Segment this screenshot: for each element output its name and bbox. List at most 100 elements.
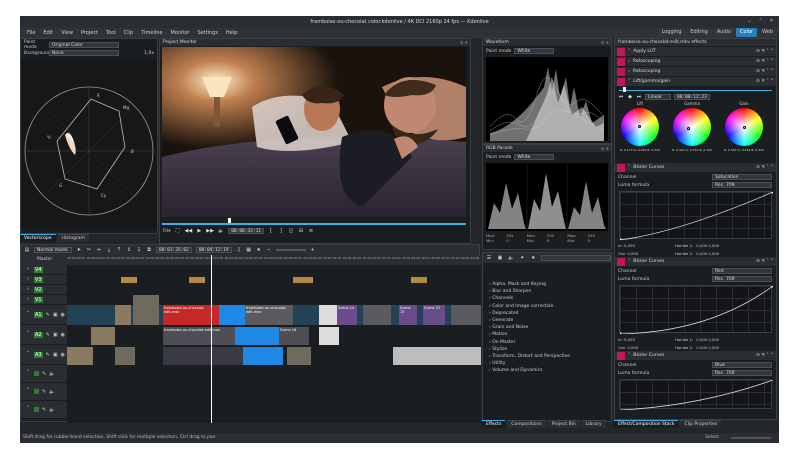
track-header-a3[interactable]: ˅ A3 ✎ ▣ ◉ bbox=[21, 345, 67, 365]
clip[interactable]: Scene 14 bbox=[337, 305, 357, 325]
menu-timeline[interactable]: Timeline bbox=[137, 30, 166, 36]
paint-mode-select[interactable]: Original Color bbox=[49, 42, 119, 48]
mute-icon[interactable]: ▣ bbox=[53, 312, 58, 318]
channel-select[interactable]: Saturation bbox=[712, 174, 772, 180]
spacer-tool-icon[interactable]: ⇔ bbox=[96, 247, 102, 254]
clip[interactable]: Scene 18 bbox=[279, 327, 309, 345]
track-header-v1[interactable]: › V1 bbox=[21, 295, 67, 305]
wf-paint-mode-select[interactable]: White bbox=[514, 48, 555, 54]
rewind-icon[interactable]: ◀◀ bbox=[185, 228, 193, 235]
monitor-ruler[interactable] bbox=[162, 218, 466, 223]
zoom-out-icon[interactable]: − bbox=[266, 247, 272, 254]
razor-tool-icon[interactable]: ✂ bbox=[86, 247, 92, 254]
effect-category[interactable]: › Deprecated bbox=[483, 310, 611, 317]
lock-icon[interactable]: ✎ bbox=[42, 389, 46, 395]
select-tool-icon[interactable]: ➤ bbox=[76, 247, 82, 254]
favorite-icon[interactable]: ★ bbox=[530, 255, 536, 262]
channel-select[interactable]: Blue bbox=[712, 362, 772, 368]
tab-project-bin[interactable]: Project Bin bbox=[547, 420, 580, 428]
mute-icon[interactable]: ▣ bbox=[53, 352, 58, 358]
menu-help[interactable]: Help bbox=[222, 30, 241, 36]
extract-icon[interactable]: ↧ bbox=[136, 247, 142, 254]
effect-rotoscoping-2[interactable]: › Rotoscoping ⊙ ✕ ˅ ⌃ bbox=[615, 67, 776, 77]
clip[interactable] bbox=[163, 347, 243, 365]
marker-icon[interactable]: ★ bbox=[256, 247, 262, 254]
clip[interactable] bbox=[133, 295, 159, 325]
menu-monitor[interactable]: Monitor bbox=[166, 30, 193, 36]
clip[interactable] bbox=[411, 277, 427, 283]
custom-effects-icon[interactable]: ✦ bbox=[519, 255, 525, 262]
track-header-v3[interactable]: › V3 bbox=[21, 275, 67, 285]
maximize-icon[interactable]: ⌃ bbox=[757, 18, 764, 25]
mute-icon[interactable]: 🔈 bbox=[49, 389, 55, 395]
lock-icon[interactable]: ✎ bbox=[42, 407, 46, 413]
zoom-slider[interactable] bbox=[275, 249, 306, 251]
out-point-icon[interactable]: ] bbox=[278, 228, 284, 235]
luma-formula-select[interactable]: Rec. 709 bbox=[712, 370, 772, 376]
tab-effects[interactable]: Effects bbox=[482, 420, 506, 428]
track-header-audio-2[interactable]: ˅ ✎ 🔈 bbox=[21, 383, 67, 401]
menu-tool[interactable]: Tool bbox=[102, 30, 120, 36]
snap-icon[interactable]: ⧉ bbox=[146, 247, 152, 254]
luma-formula-select[interactable]: Rec. 709 bbox=[712, 276, 772, 282]
zoom-select[interactable]: Fit▾ bbox=[163, 229, 171, 234]
clip[interactable] bbox=[363, 305, 391, 325]
panel-close-icon[interactable]: ⊡ ✕ bbox=[601, 145, 609, 152]
effect-category[interactable]: › Channels bbox=[483, 295, 611, 302]
lock-icon[interactable]: ✎ bbox=[46, 332, 50, 338]
lift-icon[interactable]: ↥ bbox=[126, 247, 132, 254]
eye-icon[interactable]: ◉ bbox=[61, 352, 65, 358]
monitor-timecode[interactable]: 00:00:33:11 bbox=[228, 228, 264, 234]
play-icon[interactable]: ▶ bbox=[196, 228, 202, 235]
gain-wheel[interactable]: Gain R: 0.553 G: 0.534 B: 0.443 bbox=[721, 101, 767, 161]
effect-apply-lut[interactable]: ˅ Apply LUT ⊙ ✕ ˅ ⌃ bbox=[615, 47, 776, 57]
edit-mode-select[interactable]: Normal mode bbox=[34, 247, 72, 253]
eye-icon[interactable]: ◉ bbox=[61, 332, 65, 338]
menu-icon[interactable]: ≡ bbox=[308, 228, 314, 235]
background-select[interactable]: None bbox=[49, 50, 119, 56]
track-header-audio-3[interactable]: ˅ ✎ 🔈 bbox=[21, 401, 67, 419]
timeline-ruler[interactable]: 00:00:00:00 00:00:05:00 00:00:10:00 00:00:1… bbox=[67, 255, 481, 265]
effect-category[interactable]: › Transform, Distort and Perspective bbox=[483, 353, 611, 360]
effect-category[interactable]: › Blur and Sharpen bbox=[483, 288, 611, 295]
close-icon[interactable]: ✕ bbox=[768, 18, 775, 25]
forward-icon[interactable]: ▶▶ bbox=[206, 228, 214, 235]
effect-lift-gamma-gain[interactable]: ˅ Lift/gamma/gain ⊙ ✕ ˅ ⌃ bbox=[615, 77, 776, 87]
clip[interactable]: framboise-ou-chocolat-edit.mov bbox=[245, 305, 293, 325]
minimize-icon[interactable]: ⌄ bbox=[746, 18, 753, 25]
curve-editor[interactable] bbox=[619, 191, 773, 240]
curve-editor[interactable] bbox=[619, 379, 773, 410]
effect-bezier-curves-2[interactable]: ˅ Bézier Curves ⊙ ✕ ˅ ⌃ bbox=[615, 257, 776, 267]
workspace-logging[interactable]: Logging bbox=[657, 28, 686, 37]
track-header-a1[interactable]: ˅ A1 ✎ ▣ ◉ bbox=[21, 305, 67, 325]
clip[interactable] bbox=[451, 305, 481, 325]
track-header-audio-1[interactable]: ˅ ✎ 🔈 bbox=[21, 365, 67, 383]
effect-rotoscoping-1[interactable]: › Rotoscoping ⊙ ✕ ˅ ⌃ bbox=[615, 57, 776, 67]
menu-view[interactable]: View bbox=[57, 30, 77, 36]
clip[interactable] bbox=[319, 327, 339, 345]
channel-select[interactable]: Red bbox=[712, 268, 772, 274]
tab-library[interactable]: Library bbox=[581, 420, 606, 428]
playhead[interactable] bbox=[211, 255, 212, 423]
workspace-web[interactable]: Web bbox=[758, 28, 777, 37]
clip[interactable] bbox=[319, 305, 337, 325]
track-header-a2[interactable]: ˅ A2 ✎ ▣ ◉ bbox=[21, 325, 67, 345]
clip[interactable]: Scene 22 bbox=[423, 305, 445, 325]
tab-vectorscope[interactable]: Vectorscope bbox=[20, 234, 56, 242]
track-header-v4[interactable]: › V4 bbox=[21, 265, 67, 275]
in-point-icon[interactable]: [ bbox=[268, 228, 274, 235]
lock-icon[interactable]: ✎ bbox=[42, 371, 46, 377]
clip[interactable] bbox=[115, 305, 131, 325]
zoom-in-icon[interactable]: + bbox=[310, 247, 316, 254]
lift-wheel[interactable]: Lift R: 0.173 G: 0.220 B: 0.226 bbox=[617, 101, 663, 161]
menu-file[interactable]: File bbox=[23, 30, 39, 36]
effects-search-input[interactable] bbox=[541, 255, 611, 261]
add-keyframe-icon[interactable]: ◆ bbox=[627, 94, 633, 101]
rgb-paint-mode-select[interactable]: White bbox=[514, 154, 555, 160]
clip[interactable] bbox=[393, 347, 481, 365]
effect-bezier-curves-3[interactable]: ˅ Bézier Curves ⊙ ✕ ˅ ⌃ bbox=[615, 351, 776, 361]
menu-project[interactable]: Project bbox=[77, 30, 102, 36]
effect-category[interactable]: › Grain and Noise bbox=[483, 324, 611, 331]
gamma-wheel[interactable]: Gamma R: 0.443 G: 0.531 B: 0.422 bbox=[669, 101, 715, 161]
effect-category[interactable]: › Motion bbox=[483, 331, 611, 338]
